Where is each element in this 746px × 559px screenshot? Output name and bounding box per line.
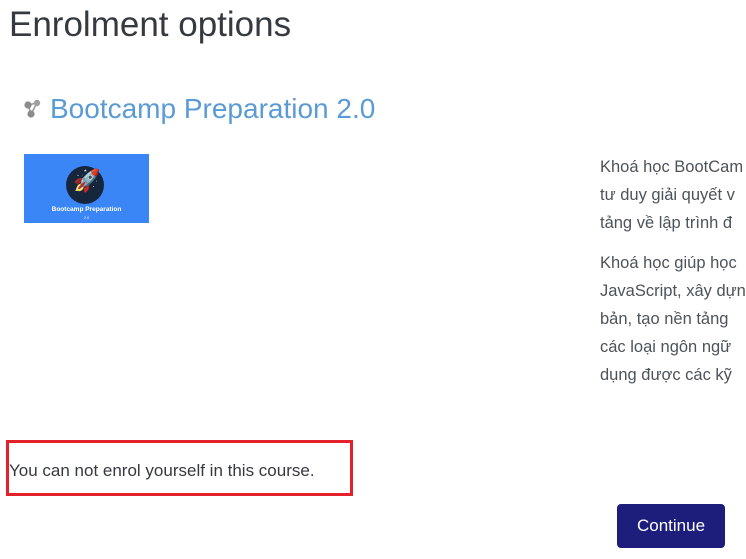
course-network-icon [23, 99, 43, 119]
course-image-title: Bootcamp Preparation [51, 206, 122, 213]
summary-line: bản, tạo nền tảng [600, 310, 729, 328]
summary-line: tư duy giải quyết v [600, 186, 735, 204]
page-title: Enrolment options [9, 5, 292, 44]
summary-line: Khoá học BootCam [600, 158, 744, 176]
course-summary: Khoá học BootCam tư duy giải quyết v tản… [600, 153, 746, 401]
summary-paragraph: Khoá học BootCam tư duy giải quyết v tản… [600, 153, 746, 237]
course-image[interactable]: 🚀 Bootcamp Preparation 2.0 [24, 154, 149, 223]
course-title-link[interactable]: Bootcamp Preparation 2.0 [50, 92, 375, 126]
summary-paragraph: Khoá học giúp học JavaScript, xây dựn bả… [600, 249, 746, 389]
summary-line: JavaScript, xây dựn [600, 282, 746, 300]
enrolment-notice: You can not enrol yourself in this cours… [9, 461, 315, 480]
summary-line: Khoá học giúp học [600, 254, 737, 272]
continue-button[interactable]: Continue [617, 504, 725, 548]
summary-line: tảng về lập trình đ [600, 214, 733, 232]
summary-line: các loại ngôn ngữ [600, 338, 732, 356]
rocket-icon: 🚀 [66, 166, 104, 204]
course-image-subtitle: 2.0 [83, 215, 90, 220]
course-header: Bootcamp Preparation 2.0 [23, 92, 375, 126]
summary-line: dụng được các kỹ [600, 366, 732, 384]
